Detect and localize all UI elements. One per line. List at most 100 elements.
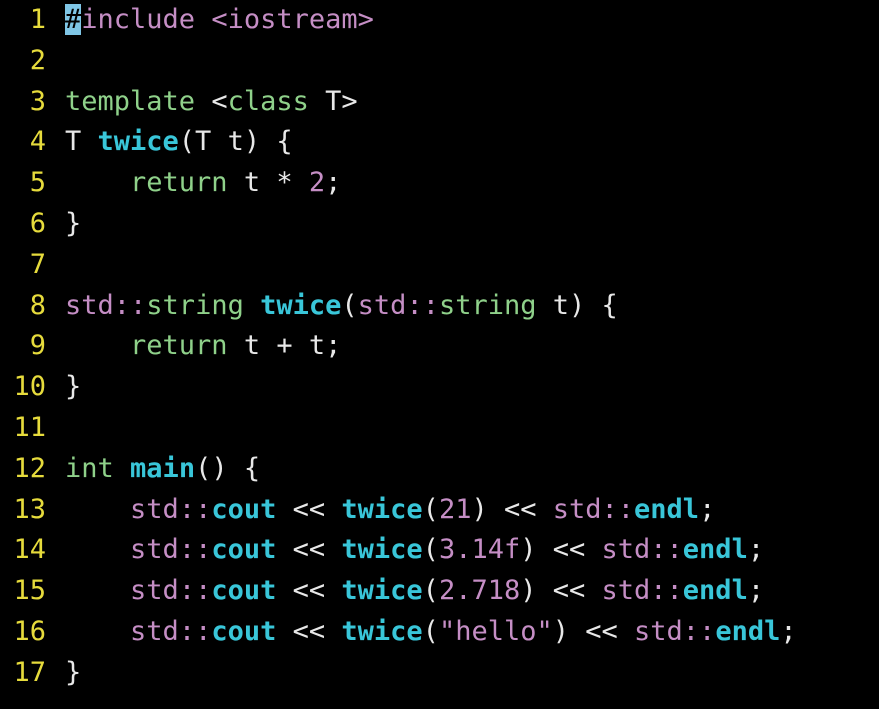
code-text[interactable]: } [65,204,81,245]
line-number: 13 [13,493,46,525]
code-token: () { [195,452,261,484]
code-token: :: [650,575,683,607]
code-line[interactable]: 14 std::cout << twice(3.14f) << std::end… [0,530,879,571]
code-token: :: [178,615,212,647]
line-number: 17 [13,656,46,688]
code-token: } [65,371,82,403]
code-token: return [130,330,228,362]
code-token: twice [341,615,423,647]
code-token: include [81,4,212,35]
code-token: std [130,493,179,525]
code-token: << [276,575,342,607]
code-token: int [65,452,114,484]
code-token: ; [747,534,765,566]
code-token: t [227,167,277,199]
code-token: (T t) { [178,126,293,158]
code-text[interactable]: return t + t; [65,326,341,367]
code-text[interactable]: std::cout << twice(3.14f) << std::endl; [65,530,764,571]
code-token: } [65,207,82,239]
code-text[interactable]: std::string twice(std::string t) { [65,286,618,327]
code-token: ) << [520,534,602,566]
code-text[interactable]: } [65,367,81,408]
code-text[interactable]: std::cout << twice("hello") << std::endl… [65,612,797,653]
code-token: std [357,289,407,321]
code-token: ( [422,575,439,607]
code-line[interactable]: 7 [0,245,879,286]
code-text[interactable]: } [65,653,81,694]
code-token: t + t; [227,330,342,362]
code-line[interactable]: 4 T twice(T t) { [0,122,879,163]
code-token: :: [650,534,683,566]
code-token: ; [325,167,342,199]
code-line[interactable]: 15 std::cout << twice(2.718) << std::end… [0,571,879,612]
code-token: twice [341,575,423,607]
code-line[interactable]: 6} [0,204,879,245]
code-token: twice [341,493,423,525]
line-number: 6 [29,207,46,239]
code-token: twice [341,534,423,566]
code-text[interactable]: T twice(T t) { [65,122,293,163]
line-number: 8 [29,289,46,321]
code-line[interactable]: 17} [0,653,879,694]
code-text[interactable]: int main() { [65,449,260,490]
code-token: 2 [308,167,326,199]
code-token: cout [211,534,277,566]
line-number: 14 [13,534,46,566]
code-line[interactable]: 3 template <class T> [0,82,879,123]
code-line[interactable]: 11 [0,408,879,449]
code-token: class [227,85,309,117]
code-line[interactable]: 13 std::cout << twice(21) << std::endl; [0,490,879,531]
code-text[interactable]: std::cout << twice(2.718) << std::endl; [65,571,764,612]
code-line[interactable]: 10} [0,367,879,408]
line-number: 3 [29,85,46,117]
code-token: t) { [536,289,618,321]
code-token: twice [260,289,342,321]
code-line[interactable]: 8 std::string twice(std::string t) { [0,286,879,327]
code-editor[interactable]: 1 #include <iostream> 2 3 template <class T>… [0,0,879,709]
code-token: std [601,534,651,566]
code-token: < [211,85,228,117]
code-text[interactable]: std::cout << twice(21) << std::endl; [65,490,715,531]
code-token: cout [211,493,277,525]
code-text[interactable]: template <class T> [65,82,358,123]
line-number: 5 [29,167,46,199]
text-cursor: # [65,4,82,35]
code-token: "hello" [438,615,553,647]
code-line[interactable]: 2 [0,41,879,82]
code-text[interactable]: #include <iostream> [65,0,374,41]
code-token: ( [341,289,358,321]
code-token: << [276,534,342,566]
code-token: main [130,452,196,484]
code-line[interactable]: 5 return t * 2; [0,163,879,204]
line-number: 4 [29,126,46,158]
line-number: 1 [29,4,46,35]
code-token: std [130,575,179,607]
code-token: 2.718 [438,575,521,607]
code-token: std [130,615,179,647]
code-token: ; [699,493,716,525]
code-text[interactable]: return t * 2; [65,163,341,204]
code-token: endl [634,493,700,525]
code-token: :: [601,493,635,525]
code-token: endl [715,615,781,647]
code-token: endl [682,534,748,566]
code-token: std [634,615,683,647]
code-token: << [276,615,342,647]
code-line[interactable]: 1 #include <iostream> [0,0,879,41]
code-line[interactable]: 9 return t + t; [0,326,879,367]
code-line[interactable]: 16 std::cout << twice("hello") << std::e… [0,612,879,653]
code-token: cout [211,575,277,607]
code-token: std [601,575,651,607]
code-token: ; [780,615,797,647]
code-token: ( [422,615,439,647]
line-number: 15 [13,575,46,607]
code-token: ) << [520,575,602,607]
code-token: string [438,289,537,321]
code-token: :: [178,493,212,525]
code-line[interactable]: 12 int main() { [0,449,879,490]
code-token: ) << [552,615,635,647]
